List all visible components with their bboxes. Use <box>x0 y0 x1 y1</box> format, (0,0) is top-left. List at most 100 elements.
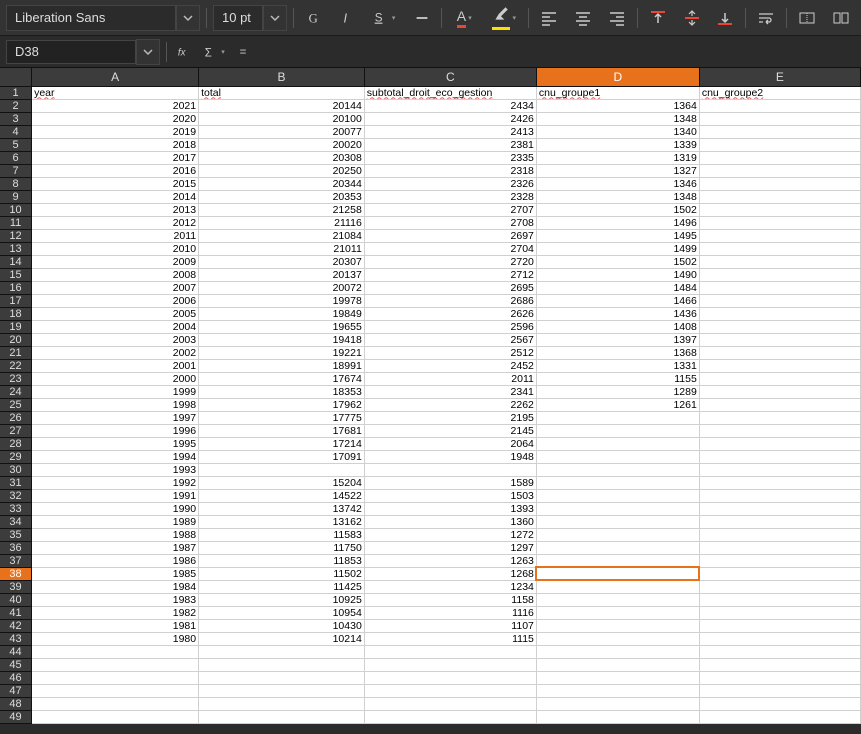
select-all-corner[interactable] <box>0 68 32 86</box>
cell[interactable]: 1948 <box>364 450 536 463</box>
cell[interactable]: 1393 <box>364 502 536 515</box>
cell[interactable]: 20353 <box>199 190 365 203</box>
cell[interactable]: 2064 <box>364 437 536 450</box>
cell[interactable]: 19849 <box>199 307 365 320</box>
row-header[interactable]: 22 <box>0 359 32 372</box>
column-header[interactable]: D <box>536 68 699 86</box>
cell[interactable] <box>536 645 699 658</box>
cell[interactable] <box>199 658 365 671</box>
cell[interactable]: 20020 <box>199 138 365 151</box>
cell[interactable] <box>699 320 860 333</box>
cell[interactable] <box>699 476 860 489</box>
cell[interactable]: 17681 <box>199 424 365 437</box>
cell[interactable]: 1496 <box>536 216 699 229</box>
row-header[interactable]: 42 <box>0 619 32 632</box>
cell[interactable]: 1297 <box>364 541 536 554</box>
cell[interactable]: 1988 <box>32 528 199 541</box>
cell[interactable]: 1261 <box>536 398 699 411</box>
row-header[interactable]: 32 <box>0 489 32 502</box>
cell[interactable]: 2335 <box>364 151 536 164</box>
cell[interactable]: 20307 <box>199 255 365 268</box>
cell[interactable] <box>699 528 860 541</box>
row-header[interactable]: 30 <box>0 463 32 476</box>
cell[interactable]: 10925 <box>199 593 365 606</box>
cell[interactable]: 2000 <box>32 372 199 385</box>
cell[interactable]: 2001 <box>32 359 199 372</box>
cell[interactable]: 2007 <box>32 281 199 294</box>
wrap-text-button[interactable] <box>752 4 780 32</box>
cell[interactable] <box>536 567 699 580</box>
cell[interactable] <box>699 671 860 684</box>
cell[interactable]: 1272 <box>364 528 536 541</box>
cell[interactable] <box>536 606 699 619</box>
cell[interactable] <box>536 411 699 424</box>
cell[interactable] <box>699 697 860 710</box>
row-header[interactable]: 33 <box>0 502 32 515</box>
cell[interactable] <box>536 463 699 476</box>
cell[interactable] <box>699 411 860 424</box>
row-header[interactable]: 38 <box>0 567 32 580</box>
cell[interactable]: 1484 <box>536 281 699 294</box>
cell[interactable]: 1502 <box>536 255 699 268</box>
cell[interactable] <box>32 684 199 697</box>
cell[interactable]: total <box>199 86 365 99</box>
row-header[interactable]: 9 <box>0 190 32 203</box>
cell[interactable]: 1998 <box>32 398 199 411</box>
cell[interactable] <box>699 125 860 138</box>
cell[interactable]: 2009 <box>32 255 199 268</box>
row-header[interactable]: 6 <box>0 151 32 164</box>
cell[interactable]: 21116 <box>199 216 365 229</box>
cell[interactable]: 1339 <box>536 138 699 151</box>
cell[interactable] <box>699 502 860 515</box>
cell[interactable] <box>699 99 860 112</box>
cell[interactable] <box>699 372 860 385</box>
cell[interactable] <box>699 112 860 125</box>
row-header[interactable]: 4 <box>0 125 32 138</box>
row-header[interactable]: 20 <box>0 333 32 346</box>
cell[interactable] <box>699 554 860 567</box>
cell[interactable] <box>699 229 860 242</box>
row-header[interactable]: 46 <box>0 671 32 684</box>
cell[interactable]: 2704 <box>364 242 536 255</box>
row-header[interactable]: 2 <box>0 99 32 112</box>
cell[interactable]: 1502 <box>536 203 699 216</box>
cell[interactable]: 2013 <box>32 203 199 216</box>
font-size-input[interactable] <box>213 5 263 31</box>
cell[interactable]: 2426 <box>364 112 536 125</box>
cell[interactable]: 20144 <box>199 99 365 112</box>
row-header[interactable]: 43 <box>0 632 32 645</box>
cell[interactable] <box>536 671 699 684</box>
font-name-combo[interactable] <box>6 5 200 31</box>
cell[interactable]: 1983 <box>32 593 199 606</box>
cell[interactable]: 1368 <box>536 346 699 359</box>
equals-button[interactable]: = <box>233 40 257 64</box>
row-header[interactable]: 47 <box>0 684 32 697</box>
row-header[interactable]: 34 <box>0 515 32 528</box>
cell[interactable] <box>699 359 860 372</box>
align-right-button[interactable] <box>603 4 631 32</box>
cell[interactable]: 21258 <box>199 203 365 216</box>
cell[interactable] <box>699 281 860 294</box>
cell[interactable]: 2003 <box>32 333 199 346</box>
cell[interactable] <box>536 658 699 671</box>
cell[interactable] <box>699 203 860 216</box>
cell[interactable]: 1989 <box>32 515 199 528</box>
row-header[interactable]: 8 <box>0 177 32 190</box>
align-vcenter-button[interactable] <box>678 4 706 32</box>
cell[interactable]: 11583 <box>199 528 365 541</box>
cell[interactable]: 1991 <box>32 489 199 502</box>
cell[interactable]: 2695 <box>364 281 536 294</box>
cell[interactable]: 2006 <box>32 294 199 307</box>
cell[interactable] <box>699 658 860 671</box>
merge-cells-button[interactable] <box>793 4 821 32</box>
cell[interactable]: 1263 <box>364 554 536 567</box>
cell[interactable]: 2018 <box>32 138 199 151</box>
sum-button[interactable]: Σ ▾ <box>203 40 227 64</box>
cell[interactable]: 2720 <box>364 255 536 268</box>
cell[interactable] <box>536 619 699 632</box>
cell[interactable] <box>699 606 860 619</box>
font-name-input[interactable] <box>6 5 176 31</box>
row-header[interactable]: 29 <box>0 450 32 463</box>
function-wizard-button[interactable]: fx <box>173 40 197 64</box>
cell[interactable] <box>699 385 860 398</box>
